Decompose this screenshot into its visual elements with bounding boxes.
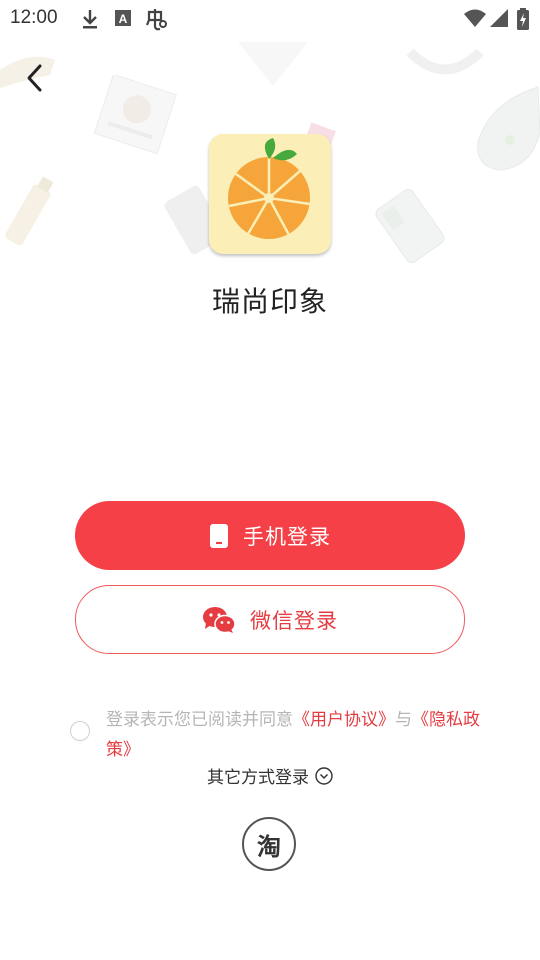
decor-product-box xyxy=(93,75,177,155)
decor-top-item xyxy=(238,42,308,86)
chevron-down-circle-icon xyxy=(315,766,333,790)
other-login-label: 其它方式登录 xyxy=(207,768,309,788)
agreement-prefix: 登录表示您已阅读并同意 xyxy=(106,710,293,730)
phone-login-label: 手机登录 xyxy=(243,524,331,549)
signal-icon xyxy=(490,9,508,27)
orange-slice-logo xyxy=(228,138,311,239)
agreement-text: 登录表示您已阅读并同意《用户协议》与《隐私政策》 xyxy=(106,705,486,765)
user-agreement-link[interactable]: 《用户协议》 xyxy=(293,710,395,730)
notification-app-icon xyxy=(145,9,167,31)
other-login-toggle[interactable]: 其它方式登录 xyxy=(0,763,540,790)
wechat-icon xyxy=(202,606,236,634)
taobao-login-button[interactable]: 淘 xyxy=(242,817,296,871)
wechat-login-button[interactable]: 微信登录 xyxy=(75,585,465,654)
decor-band xyxy=(406,48,484,75)
app-name: 瑞尚印象 xyxy=(211,285,328,318)
decor-mouse xyxy=(477,86,540,171)
chevron-left-icon xyxy=(27,64,42,92)
agreement-conjunction: 与 xyxy=(395,710,412,730)
status-time: 12:00 xyxy=(10,7,58,28)
status-bar: 12:00 A xyxy=(0,0,540,38)
decor-bottle xyxy=(5,176,54,246)
font-a-icon: A xyxy=(115,10,131,26)
battery-charging-icon xyxy=(517,8,529,30)
agreement-checkbox[interactable] xyxy=(70,721,90,741)
phone-login-button[interactable]: 手机登录 xyxy=(75,501,465,570)
wifi-icon xyxy=(464,9,486,27)
wechat-login-label: 微信登录 xyxy=(250,608,338,633)
svg-text:A: A xyxy=(119,12,128,26)
app-logo xyxy=(209,134,331,254)
taobao-icon: 淘 xyxy=(257,832,281,861)
decor-phone-case xyxy=(375,189,445,263)
phone-icon xyxy=(209,523,229,549)
back-button[interactable] xyxy=(18,60,54,96)
download-icon xyxy=(83,10,97,29)
